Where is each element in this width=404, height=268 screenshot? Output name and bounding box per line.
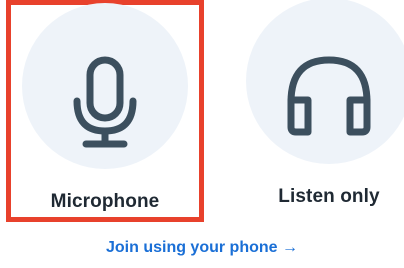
listen-only-label: Listen only xyxy=(278,186,380,207)
microphone-label: Microphone xyxy=(50,191,160,212)
join-by-phone-link[interactable]: Join using your phone → xyxy=(0,239,404,257)
audio-options-panel: Microphone Listen only Join using your p… xyxy=(0,0,404,268)
headphones-icon-circle xyxy=(246,0,404,164)
microphone-icon xyxy=(73,56,137,148)
arrow-right-icon: → xyxy=(282,239,298,256)
listen-only-option[interactable]: Listen only xyxy=(232,0,404,222)
microphone-icon-circle xyxy=(22,3,188,169)
join-by-phone-label: Join using your phone xyxy=(105,239,278,256)
microphone-option[interactable]: Microphone xyxy=(6,0,204,222)
headphones-icon xyxy=(287,56,371,136)
